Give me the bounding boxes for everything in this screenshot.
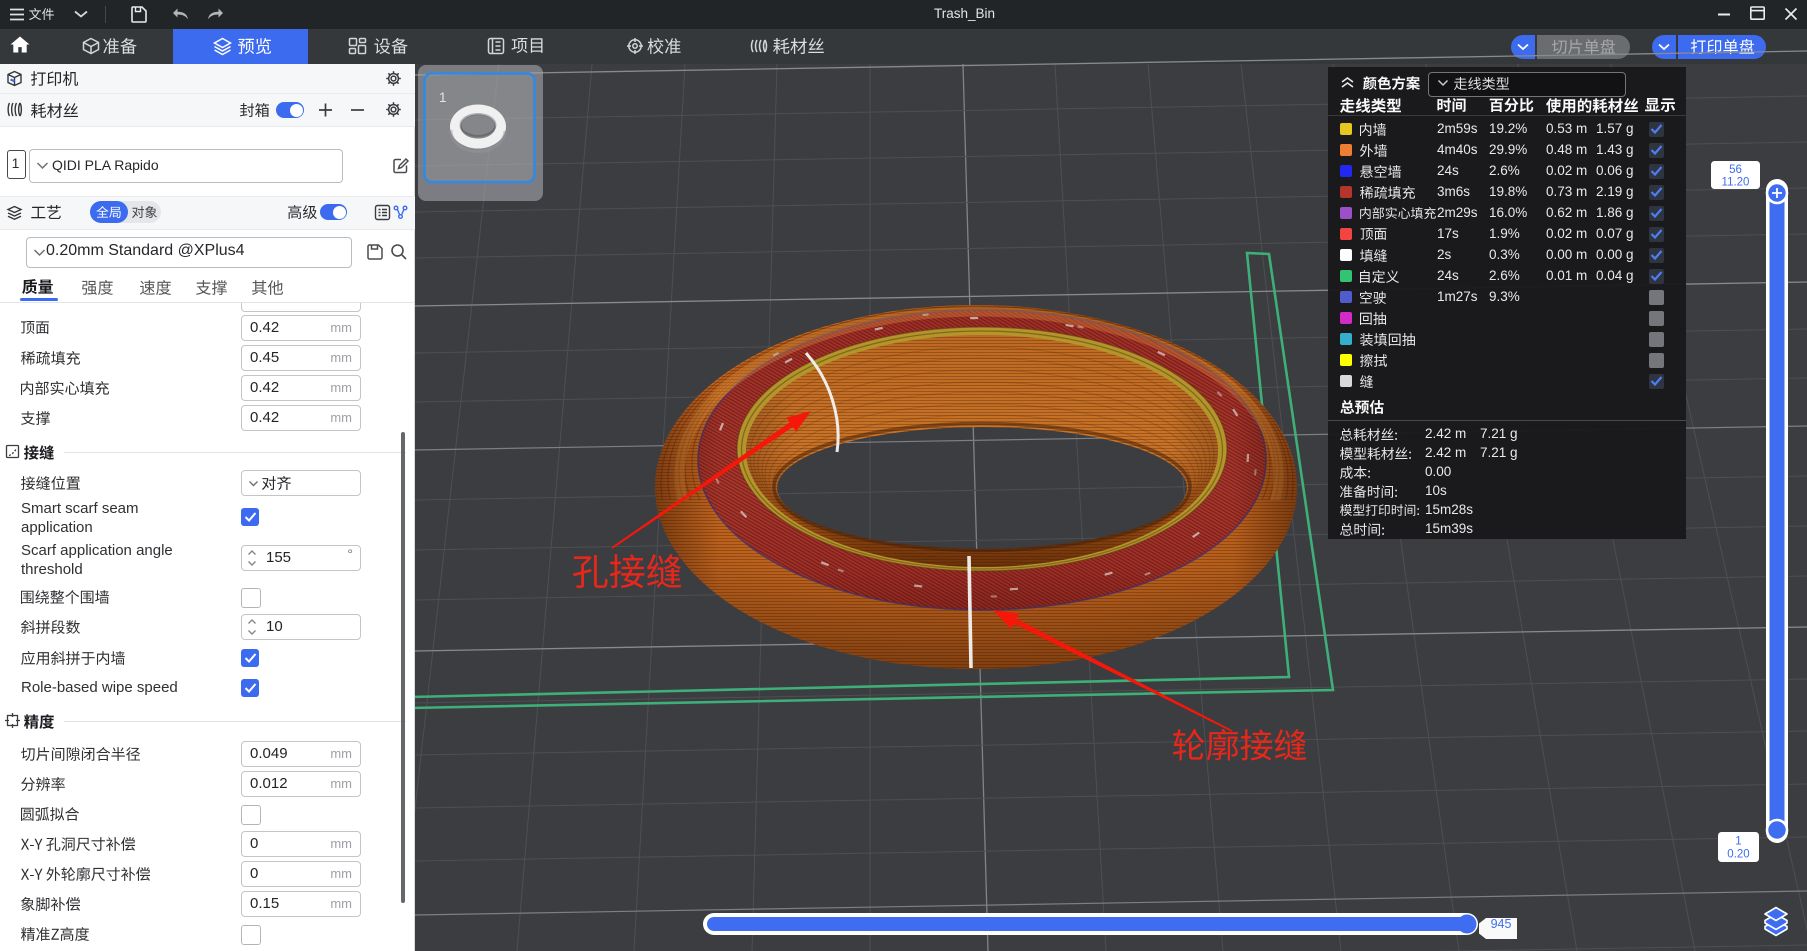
svg-text:11.20: 11.20 xyxy=(1722,177,1750,189)
svg-text:1: 1 xyxy=(439,90,447,105)
svg-text:0.20: 0.20 xyxy=(1727,849,1749,861)
svg-text:56: 56 xyxy=(1729,164,1742,176)
svg-text:945: 945 xyxy=(1491,917,1512,931)
svg-text:1: 1 xyxy=(1735,836,1741,848)
